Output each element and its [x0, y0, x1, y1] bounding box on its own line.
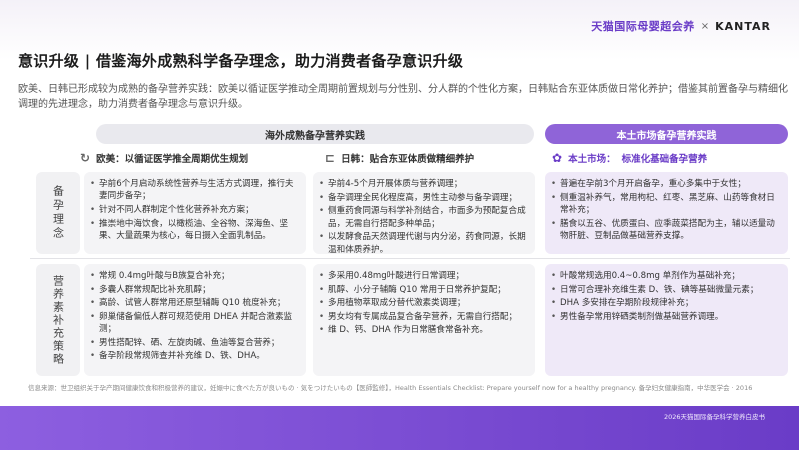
- list-item: 以发酵食品天然调理代谢与内分泌，药食同源，长期温和体质养护。: [319, 231, 529, 256]
- row-label-concept-text: 备孕理念: [51, 185, 65, 241]
- list-item: 卵巢储备偏低人群可规范使用 DHEA 并配合激素监测；: [90, 311, 300, 336]
- brand-separator: ×: [700, 20, 710, 32]
- list-item: 膳食以五谷、优质蛋白、应季蔬菜搭配为主，辅以适量动物肝脏、豆制品做基础营养支撑。: [551, 218, 782, 243]
- list-item: 备孕调理全民化程度高，男性主动参与备孕调理；: [319, 192, 529, 205]
- list-item: 针对不同人群制定个性化营养补充方案；: [90, 204, 300, 217]
- list-western-concept: 孕前6个月启动系统性营养与生活方式调理，推行夫妻同步备孕； 针对不同人群制定个性…: [90, 178, 300, 242]
- column-header-overseas: 海外成熟备孕营养实践: [96, 124, 534, 144]
- list-item: 常规 0.4mg叶酸与B族复合补充；: [90, 270, 300, 283]
- row-label-nutrition-text: 营养素补充策略: [51, 274, 65, 366]
- list-item: 男性搭配锌、硒、左旋肉碱、鱼油等复合营养；: [90, 337, 300, 350]
- page-subtitle: 欧美、日韩已形成较为成熟的备孕营养实践：欧美以循证医学推动全周期前置规划与分性别…: [18, 84, 788, 110]
- subhead-local-prefix: 本土市场：: [568, 154, 616, 165]
- list-item: 男性备孕常用锌硒类制剂做基础营养调理。: [551, 311, 782, 324]
- list-item: 男女均有专属成品复合备孕营养，无需自行搭配；: [319, 311, 529, 324]
- cycle-icon: ↻: [80, 151, 91, 165]
- list-item: 推崇地中海饮食，以橄榄油、全谷物、深海鱼、坚果、大量蔬果为核心，每日摄入全面乳制…: [90, 218, 300, 243]
- bed-icon: ⊏: [325, 151, 336, 165]
- cell-asia-nutrition: 多采用0.48mg叶酸进行日常调理； 肌醇、小分子辅酶 Q10 常用于日常养护复…: [313, 264, 535, 376]
- list-item: 多用植物萃取成分替代激素类调理；: [319, 297, 529, 310]
- list-item: 高龄、试管人群常用还原型辅酶 Q10 梳度补充；: [90, 297, 300, 310]
- subhead-asia-label: 日韩：贴合东亚体质做精细养护: [341, 154, 475, 165]
- source-note: 信息来源：世卫组织关于孕产期间健康饮食和积极营养的建议，妊娠中に食べた方が良いも…: [28, 384, 753, 392]
- cell-asia-concept: 孕前4-5个月开展体质与营养调理； 备孕调理全民化程度高，男性主动参与备孕调理；…: [313, 172, 535, 256]
- list-item: 多囊人群常规配比补充肌醇；: [90, 284, 300, 297]
- row-label-concept: 备孕理念: [36, 172, 80, 254]
- list-asia-nutrition: 多采用0.48mg叶酸进行日常调理； 肌醇、小分子辅酶 Q10 常用于日常养护复…: [319, 270, 529, 337]
- list-item: 备孕阶段常规筛查并补充维 D、铁、DHA。: [90, 350, 300, 363]
- tmall-logo-text: 天猫国际母婴超会养: [591, 20, 695, 33]
- footer-bar: 2026天猫国际备孕科学营养白皮书: [0, 406, 799, 450]
- cell-local-nutrition: 叶酸常规选用0.4~0.8mg 单剂作为基础补充； 日常可合理补充维生素 D、铁…: [545, 264, 788, 376]
- flower-icon: ✿: [552, 151, 563, 165]
- list-item: DHA 多安排在孕期阶段规律补充；: [551, 297, 782, 310]
- subhead-local-label: 标准化基础备孕营养: [621, 154, 708, 165]
- cell-local-concept: 普遍在孕前3个月开启备孕，重心多集中于女性； 侧重温补养气，常用枸杞、红枣、黑芝…: [545, 172, 788, 254]
- list-item: 维 D、钙、DHA 作为日常膳食常备补充。: [319, 324, 529, 337]
- brand-logos: 天猫国际母婴超会养 × KANTAR: [591, 18, 771, 34]
- list-item: 侧重药食同源与科学补剂结合，市面多为预配复合成品，无需自行搭配多种单品；: [319, 205, 529, 230]
- subhead-local: ✿ 本土市场： 标准化基础备孕营养: [552, 148, 707, 168]
- subhead-asia: ⊏ 日韩：贴合东亚体质做精细养护: [325, 148, 474, 168]
- list-item: 叶酸常规选用0.4~0.8mg 单剂作为基础补充；: [551, 270, 782, 283]
- list-item: 多采用0.48mg叶酸进行日常调理；: [319, 270, 529, 283]
- list-local-nutrition: 叶酸常规选用0.4~0.8mg 单剂作为基础补充； 日常可合理补充维生素 D、铁…: [551, 270, 782, 324]
- row-label-nutrition: 营养素补充策略: [36, 264, 80, 376]
- list-asia-concept: 孕前4-5个月开展体质与营养调理； 备孕调理全民化程度高，男性主动参与备孕调理；…: [319, 178, 529, 256]
- cell-western-concept: 孕前6个月启动系统性营养与生活方式调理，推行夫妻同步备孕； 针对不同人群制定个性…: [84, 172, 306, 254]
- subhead-western: ↻ 欧美：以循证医学推全周期优生规划: [80, 148, 248, 168]
- list-western-nutrition: 常规 0.4mg叶酸与B族复合补充； 多囊人群常规配比补充肌醇； 高龄、试管人群…: [90, 270, 300, 363]
- row-divider: [30, 258, 790, 259]
- list-item: 肌醇、小分子辅酶 Q10 常用于日常养护复配；: [319, 284, 529, 297]
- column-header-local: 本土市场备孕营养实践: [545, 124, 788, 144]
- list-item: 孕前4-5个月开展体质与营养调理；: [319, 178, 529, 191]
- list-item: 侧重温补养气，常用枸杞、红枣、黑芝麻、山药等食材日常补充；: [551, 192, 782, 217]
- footer-text: 2026天猫国际备孕科学营养白皮书: [663, 413, 765, 421]
- page-title: 意识升级 | 借鉴海外成熟科学备孕理念，助力消费者备孕意识升级: [18, 52, 464, 70]
- list-item: 日常可合理补充维生素 D、铁、碘等基础微量元素；: [551, 284, 782, 297]
- list-item: 孕前6个月启动系统性营养与生活方式调理，推行夫妻同步备孕；: [90, 178, 300, 203]
- subhead-western-label: 欧美：以循证医学推全周期优生规划: [96, 154, 249, 165]
- kantar-logo-text: KANTAR: [715, 19, 771, 33]
- cell-western-nutrition: 常规 0.4mg叶酸与B族复合补充； 多囊人群常规配比补充肌醇； 高龄、试管人群…: [84, 264, 306, 376]
- list-item: 普遍在孕前3个月开启备孕，重心多集中于女性；: [551, 178, 782, 191]
- list-local-concept: 普遍在孕前3个月开启备孕，重心多集中于女性； 侧重温补养气，常用枸杞、红枣、黑芝…: [551, 178, 782, 242]
